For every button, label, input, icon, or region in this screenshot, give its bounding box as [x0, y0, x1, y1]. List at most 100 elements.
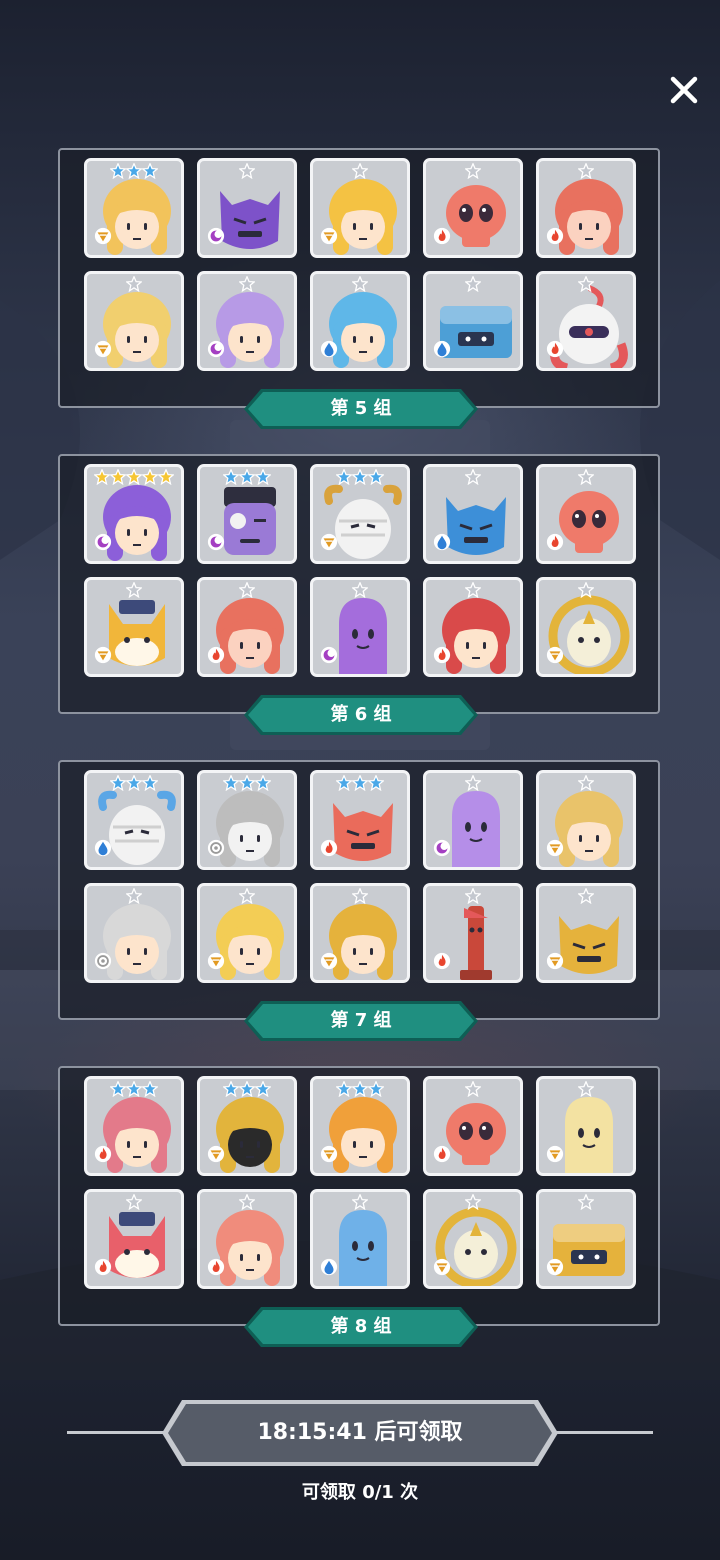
star-icon — [239, 469, 255, 485]
star-rating — [313, 163, 407, 179]
hero-card-pink-cat-girl[interactable] — [197, 1189, 297, 1289]
star-icon — [336, 469, 352, 485]
hero-card-blue-slime[interactable] — [310, 1189, 410, 1289]
hero-card-red-knight[interactable] — [536, 271, 636, 371]
star-rating — [200, 1194, 294, 1210]
hero-card-purple-cat-demon[interactable] — [197, 158, 297, 258]
hero-card-crown-princess[interactable] — [310, 1076, 410, 1176]
star-rating — [426, 888, 520, 904]
star-icon — [465, 276, 481, 292]
water-drop-icon — [433, 533, 451, 551]
close-icon — [670, 76, 698, 104]
star-icon — [578, 163, 594, 179]
star-icon — [465, 775, 481, 791]
close-button[interactable] — [660, 66, 708, 114]
hero-card-purple-elf[interactable] — [84, 464, 184, 564]
hero-card-red-fox-police[interactable] — [84, 1189, 184, 1289]
fire-icon — [207, 1258, 225, 1276]
hero-grid — [84, 1076, 636, 1289]
hero-grid — [84, 158, 636, 371]
star-icon — [578, 775, 594, 791]
hero-card-gold-treasure-chest[interactable] — [536, 1189, 636, 1289]
hero-card-blonde-curls-hero[interactable] — [84, 158, 184, 258]
fire-icon — [546, 340, 564, 358]
star-rating — [200, 582, 294, 598]
hero-card-red-cyclops[interactable] — [310, 770, 410, 870]
hero-card-red-skull[interactable] — [423, 158, 523, 258]
moon-icon — [207, 340, 225, 358]
earth-wedge-icon — [320, 533, 338, 551]
star-rating — [539, 469, 633, 485]
star-icon — [239, 276, 255, 292]
hero-card-cream-ghost[interactable] — [536, 1076, 636, 1176]
star-icon — [239, 1194, 255, 1210]
hero-grid — [84, 770, 636, 983]
star-icon — [142, 469, 158, 485]
earth-wedge-icon — [546, 1145, 564, 1163]
star-icon — [465, 163, 481, 179]
hero-card-fox-police[interactable] — [84, 577, 184, 677]
hero-card-purple-zombie[interactable] — [197, 464, 297, 564]
group-label-plate: 第 7 组 — [243, 1000, 479, 1042]
hero-card-pirate-girl[interactable] — [84, 1076, 184, 1176]
star-icon — [578, 276, 594, 292]
star-icon — [352, 1194, 368, 1210]
group-label: 第 7 组 — [330, 1010, 392, 1031]
hero-card-gold-dragon[interactable] — [536, 883, 636, 983]
moon-icon — [433, 839, 451, 857]
hero-card-white-witch[interactable] — [84, 883, 184, 983]
star-icon — [465, 888, 481, 904]
earth-wedge-icon — [546, 952, 564, 970]
hero-card-blue-treasure-chest[interactable] — [423, 271, 523, 371]
hero-card-blue-cat-demon[interactable] — [423, 464, 523, 564]
star-icon — [142, 163, 158, 179]
fire-icon — [94, 1258, 112, 1276]
hero-group-7: 第 7 组 — [58, 760, 660, 1041]
fire-icon — [546, 533, 564, 551]
hero-card-red-hat-girl[interactable] — [197, 577, 297, 677]
hero-grid — [84, 464, 636, 677]
hero-card-red-totem[interactable] — [423, 883, 523, 983]
hero-card-silver-priest[interactable] — [197, 770, 297, 870]
hero-card-card-queen[interactable] — [423, 577, 523, 677]
hero-card-blonde-bow-girl[interactable] — [310, 158, 410, 258]
hero-card-shadow-golden-king[interactable] — [197, 1076, 297, 1176]
hero-card-mummy-ram[interactable] — [310, 464, 410, 564]
hero-card-red-skull[interactable] — [536, 464, 636, 564]
hero-card-golden-sun-idol[interactable] — [423, 1189, 523, 1289]
earth-wedge-icon — [94, 646, 112, 664]
hero-card-blonde-horn-girl[interactable] — [197, 883, 297, 983]
claim-timer-button[interactable]: 18:15:41 后可领取 — [160, 1398, 560, 1468]
star-icon — [255, 469, 271, 485]
star-rating — [87, 1194, 181, 1210]
hero-card-ice-ram-ghost[interactable] — [84, 770, 184, 870]
star-rating — [87, 775, 181, 791]
hero-group-5: 第 5 组 — [58, 148, 660, 429]
hero-card-red-skull[interactable] — [423, 1076, 523, 1176]
star-icon — [126, 276, 142, 292]
star-rating — [426, 163, 520, 179]
hero-card-purple-slime[interactable] — [310, 577, 410, 677]
star-icon — [126, 888, 142, 904]
hero-card-gold-helm-girl[interactable] — [536, 770, 636, 870]
earth-wedge-icon — [94, 227, 112, 245]
hero-card-golden-sun-idol[interactable] — [536, 577, 636, 677]
hero-card-blonde-flower-girl[interactable] — [84, 271, 184, 371]
hero-card-lilac-flower-girl[interactable] — [197, 271, 297, 371]
star-icon — [578, 582, 594, 598]
star-rating — [200, 1081, 294, 1097]
star-rating — [200, 163, 294, 179]
star-icon — [158, 469, 174, 485]
star-icon — [352, 888, 368, 904]
star-rating — [200, 888, 294, 904]
hero-card-gold-crown-king[interactable] — [310, 883, 410, 983]
star-icon — [239, 582, 255, 598]
star-icon — [126, 1081, 142, 1097]
star-icon — [368, 469, 384, 485]
hero-card-red-hat-girl[interactable] — [536, 158, 636, 258]
star-icon — [465, 582, 481, 598]
star-icon — [368, 1081, 384, 1097]
hero-card-purple-ghost[interactable] — [423, 770, 523, 870]
star-rating — [313, 276, 407, 292]
hero-card-blue-horn-girl[interactable] — [310, 271, 410, 371]
